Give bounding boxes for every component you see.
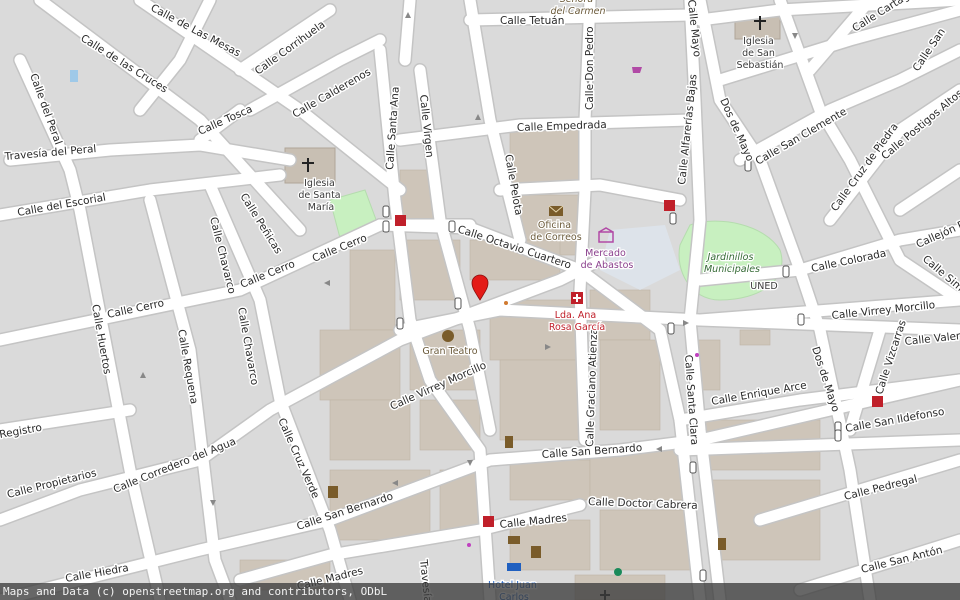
- pharmacy-cross-icon: [395, 215, 406, 226]
- poi-label-line: del Carmen: [550, 6, 605, 17]
- poi-label: Lda. Ana Rosa García: [549, 310, 605, 333]
- poi-label: Mercado de Abastos: [581, 248, 634, 271]
- poi-label-line: de San: [742, 48, 775, 59]
- dot-icon: [504, 301, 508, 305]
- poi-label-line: Mercado: [585, 248, 626, 259]
- poi-uned-label[interactable]: UNED: [749, 280, 779, 294]
- poi-label-line: de Abastos: [581, 260, 634, 271]
- poi-label-line: Señora: [560, 0, 594, 5]
- pharmacy-cross-icon: [664, 200, 675, 211]
- poi-label-line: María: [308, 202, 334, 213]
- monument-icon: [505, 436, 513, 448]
- poi-label-line: Rosa García: [549, 322, 605, 333]
- poi-label: Oficina de Correos: [530, 220, 581, 243]
- monument-icon: [531, 546, 541, 558]
- dot-icon: [695, 353, 699, 357]
- monument-icon: [718, 538, 726, 550]
- pharmacy-cross-icon: [872, 396, 883, 407]
- poi-label-line: Oficina: [538, 220, 571, 231]
- poi-label-line: Municipales: [704, 264, 760, 275]
- monument-icon: [508, 536, 520, 544]
- poi-label-line: Sebastián: [737, 60, 784, 71]
- pool: [70, 70, 78, 82]
- poi-label: Iglesia de San Sebastián: [737, 36, 784, 71]
- monument-icon: [328, 486, 338, 498]
- poi-label: Jardinillos Municipales: [704, 252, 760, 275]
- poi-label-line: Jardinillos: [706, 252, 754, 263]
- poi-label-line: de Santa: [298, 190, 340, 201]
- map-attribution[interactable]: Maps and Data (c) openstreetmap.org and …: [0, 583, 960, 600]
- theatre-masks-icon: [442, 330, 454, 342]
- poi-label: Gran Teatro: [422, 346, 477, 357]
- street-label: Calle Don Pedro: [584, 27, 596, 111]
- poi-label-line: de Correos: [530, 232, 581, 243]
- poi-label-line: Lda. Ana: [555, 310, 597, 321]
- bed-icon: [507, 563, 521, 571]
- map-canvas[interactable]: Calle de Las Mesas Calle de las Cruces C…: [0, 0, 960, 600]
- pharmacy-cross-icon: [483, 516, 494, 527]
- poi-label-line: Iglesia: [743, 36, 774, 47]
- poi-gardens[interactable]: Jardinillos Municipales: [703, 251, 762, 277]
- poi-label-line: Iglesia: [304, 178, 335, 189]
- map-view[interactable]: Calle de Las Mesas Calle de las Cruces C…: [0, 0, 960, 600]
- dot-icon: [467, 543, 471, 547]
- tree-icon: [614, 568, 622, 576]
